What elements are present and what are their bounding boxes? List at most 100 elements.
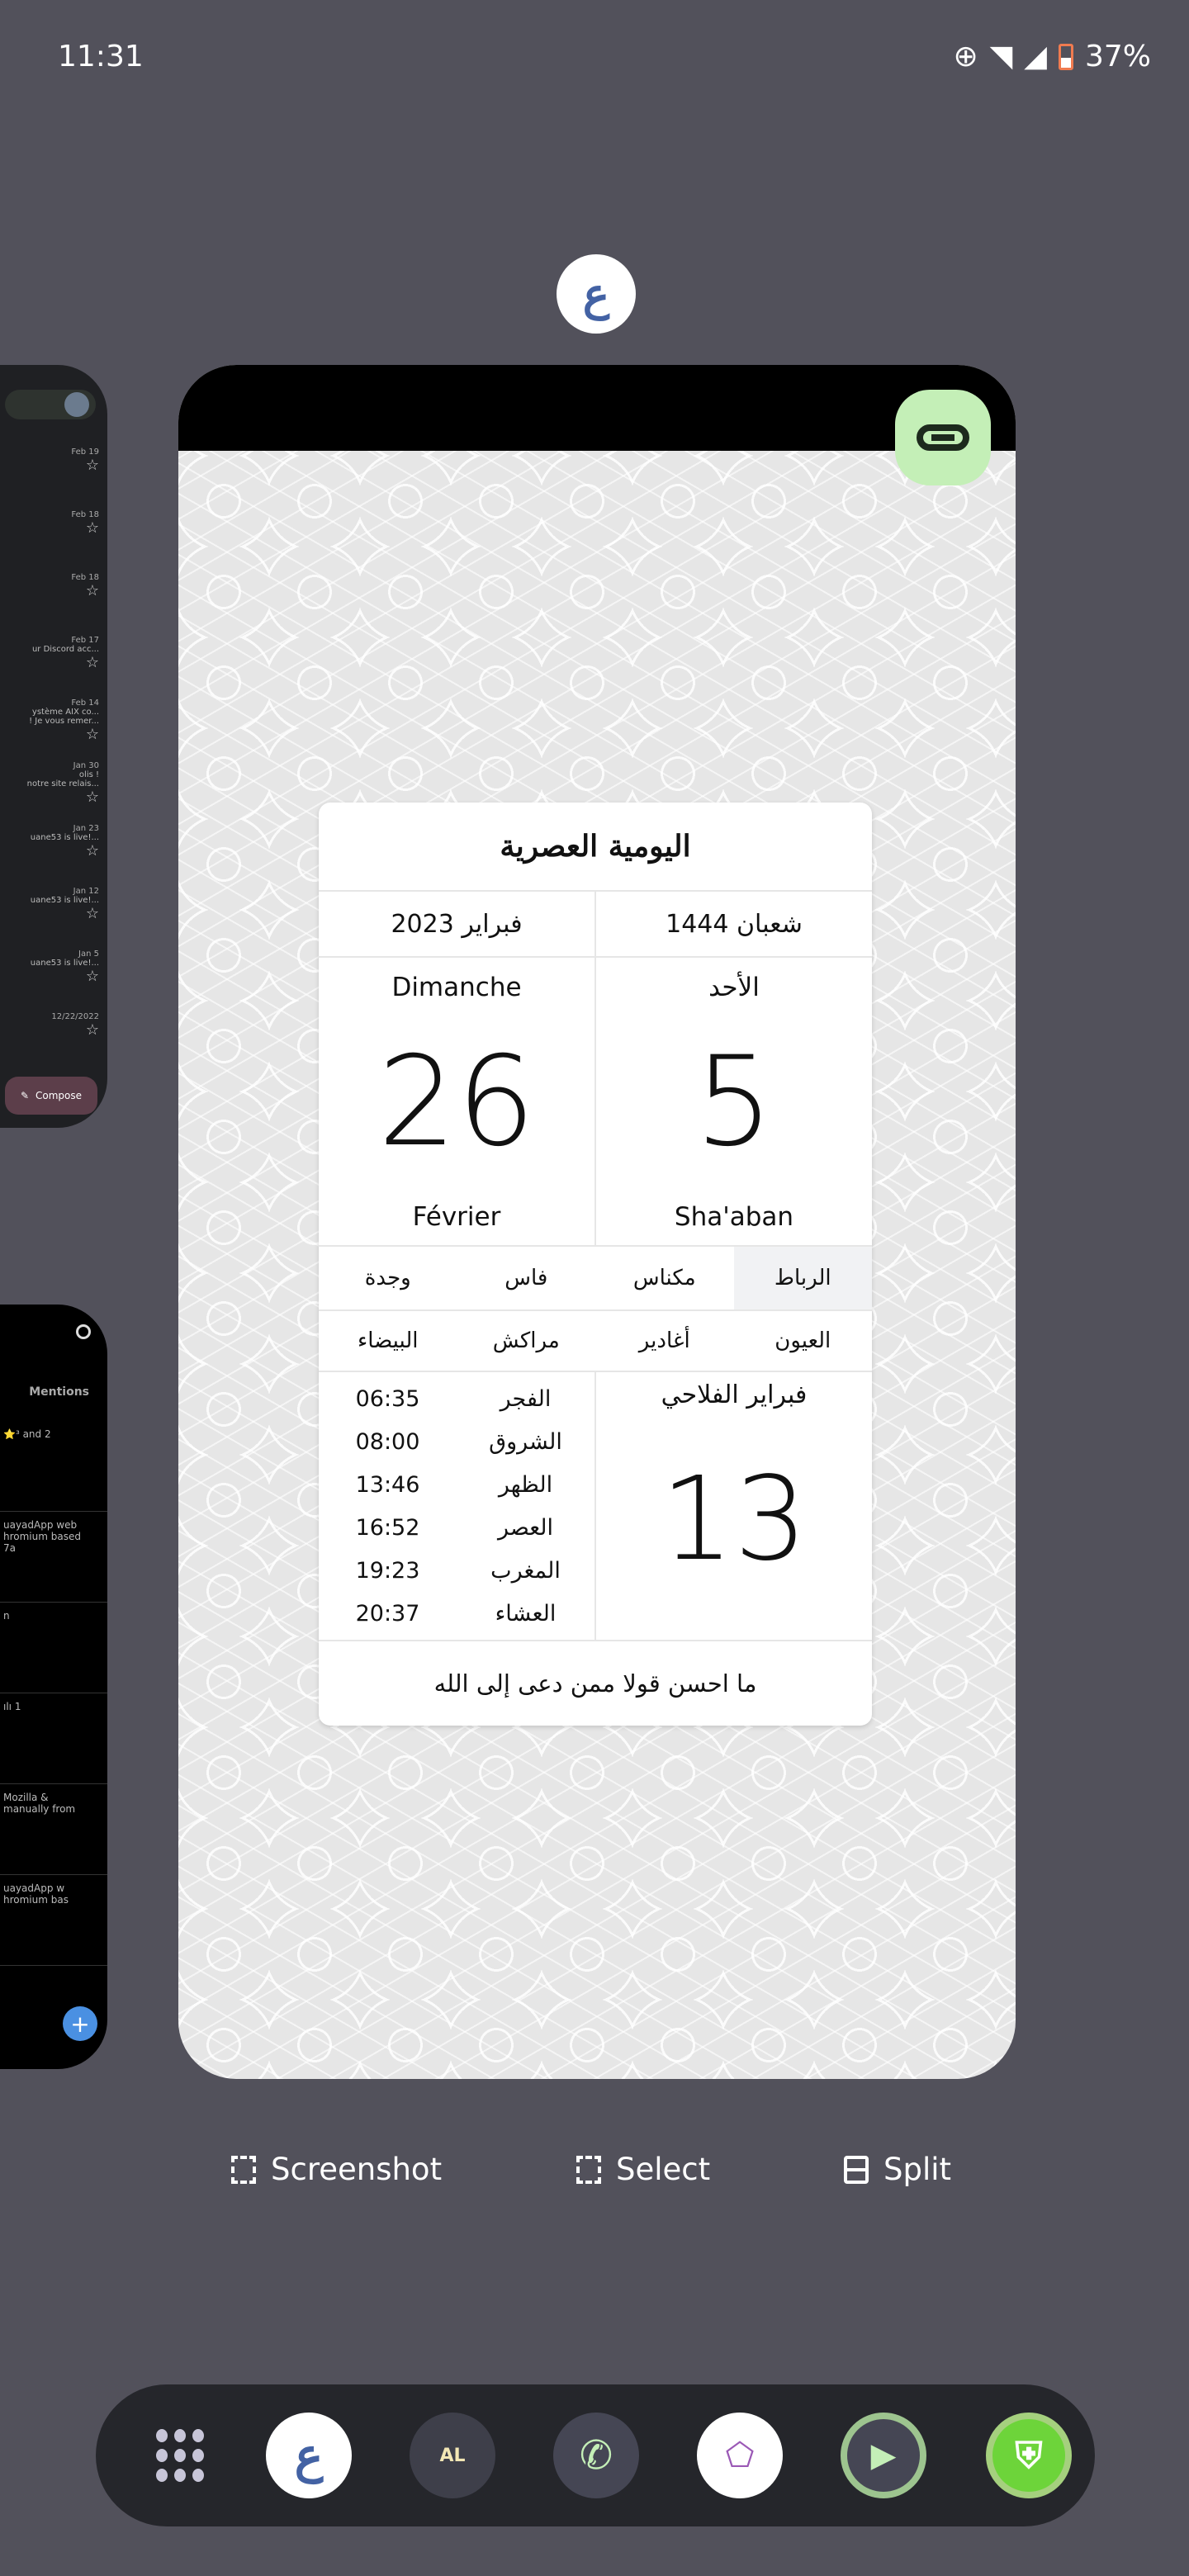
avatar[interactable] [64,392,89,417]
grid-icon [156,2429,204,2482]
fellahi-label: فبراير الفلاحي [661,1380,808,1409]
mail-date: Jan 12 [73,887,99,896]
post-snippet[interactable]: ılı 1 [3,1701,96,1712]
gregorian-month: فبراير 2023 [391,909,523,939]
fellahi-day: 13 [660,1452,808,1587]
divider [0,1783,107,1784]
city-tab[interactable]: أغادير [595,1311,734,1371]
prayer-times: 06:35 الفجر 08:00 الشروق 13:46 الظهر 16:52 العص… [319,1372,594,1640]
city-tab[interactable]: فاس [457,1247,596,1309]
5sim-app-icon[interactable]: ⬠ [697,2413,783,2498]
battery-percent: 37% [1084,40,1151,73]
widget-title: اليومية العصرية [319,803,872,892]
post-snippet[interactable]: n [3,1610,96,1622]
screenshot-icon [231,2155,256,2184]
status-icons: ⊕ ◥ ◢ 37% [953,40,1151,73]
screenshot-button[interactable]: Screenshot [231,2152,442,2187]
prayer-time: 08:00 [355,1428,420,1455]
mail-date: Feb 18 [71,510,99,519]
star-icon[interactable]: ☆ [7,842,99,859]
prayer-time: 19:23 [355,1557,420,1584]
recent-app-gmail[interactable]: Feb 19 ☆ Feb 18 ☆ Feb 18 ☆ Feb 17 ur Discord ac… [0,365,107,1128]
star-icon[interactable]: ☆ [7,519,99,537]
mail-date: Jan 30 [73,761,99,770]
mail-item[interactable]: Jan 23 uane53 is live!... ☆ [7,824,99,859]
mail-date: 12/22/2022 [51,1012,99,1021]
city-tab[interactable]: وجدة [319,1247,457,1309]
mail-snippet: uane53 is live!... [30,896,99,905]
city-tab[interactable]: مكناس [595,1247,734,1309]
mail-item[interactable]: Jan 5 uane53 is live!... ☆ [7,949,99,985]
city-tab[interactable]: العيون [734,1311,873,1371]
app-icon[interactable]: ع [557,254,636,334]
city-tab[interactable]: مراكش [457,1311,596,1371]
star-icon[interactable]: ☆ [7,1021,99,1039]
battery-guard-icon[interactable]: ⛨ [986,2413,1072,2498]
folder-icon[interactable]: AL [410,2413,495,2498]
compose-button[interactable]: ✎ Compose [5,1077,97,1115]
battery-charging-icon [1058,43,1073,70]
calendar-widget: اليومية العصرية فبراير 2023 شعبان 1444 D… [319,803,872,1726]
day-row: Dimanche 26 Février الأحد 5 Sha'aban [319,958,872,1247]
star-icon[interactable]: ☆ [7,654,99,671]
post-snippet[interactable]: Mozilla & manually from [3,1792,96,1815]
city-tab[interactable]: الرباط [733,1247,872,1309]
mail-date: Feb 14 [71,698,99,708]
prayer-time: 20:37 [355,1600,420,1627]
split-button[interactable]: Split [844,2152,951,2187]
prayer-time: 06:35 [355,1385,420,1412]
prayer-time: 16:52 [355,1514,420,1541]
mail-snippet: uane53 is live!... [30,833,99,842]
select-icon [576,2155,601,2184]
city-tab[interactable]: البيضاء [319,1311,457,1371]
prayer-row: 20:37 العشاء [319,1592,594,1635]
fellahi-date: فبراير الفلاحي 13 [594,1372,872,1640]
add-button[interactable]: + [63,2006,97,2041]
link-icon [917,424,969,451]
recent-app-card[interactable]: اليومية العصرية فبراير 2023 شعبان 1444 D… [178,365,1016,2079]
hijri-day: 5 [694,1030,774,1174]
phone-icon[interactable]: ✆ [553,2413,639,2498]
tab-mentions[interactable]: Mentions [29,1385,89,1399]
video-player-icon[interactable]: ▶ [841,2413,926,2498]
star-icon[interactable]: ☆ [7,788,99,806]
gear-icon[interactable] [76,1324,91,1339]
prayer-name: الفجر [500,1385,552,1412]
divider [0,1511,107,1512]
city-row-2: العيون أغادير مراكش البيضاء [319,1311,872,1372]
star-icon[interactable]: ☆ [7,726,99,743]
mail-item[interactable]: Feb 18 ☆ [7,573,99,599]
status-time: 11:31 [58,40,144,73]
recent-app-social[interactable]: Mentions ⭐³ and 2 uayadApp web hromium ba… [0,1305,107,2069]
prayer-row: 16:52 العصر [319,1506,594,1549]
mail-item[interactable]: Feb 18 ☆ [7,510,99,537]
star-icon[interactable]: ☆ [7,457,99,474]
gregorian-day: 26 [377,1030,536,1174]
link-button[interactable] [895,390,991,485]
mail-item[interactable]: Feb 19 ☆ [7,447,99,474]
select-button[interactable]: Select [576,2152,710,2187]
mail-item[interactable]: Jan 30 olis ! notre site relais... ☆ [7,761,99,806]
prayer-name: المغرب [490,1557,561,1584]
prayer-row: 13:46 الظهر [319,1463,594,1506]
mail-item[interactable]: Feb 14 ystème AIX co... ! Je vous remer..… [7,698,99,743]
star-icon[interactable]: ☆ [7,968,99,985]
star-icon[interactable]: ☆ [7,905,99,922]
mail-item[interactable]: Feb 17 ur Discord acc... ☆ [7,636,99,671]
mail-snippet: uane53 is live!... [30,959,99,968]
divider [0,1602,107,1603]
calendar-app-icon[interactable]: ع [266,2413,352,2498]
gregorian-month-name: Février [412,1202,501,1232]
post-snippet[interactable]: uayadApp web hromium based 7a [3,1519,96,1554]
prayer-name: العصر [497,1514,554,1541]
post-snippet[interactable]: ⭐³ and 2 [3,1428,96,1440]
mail-item[interactable]: 12/22/2022 ☆ [7,1012,99,1039]
hijri-month: شعبان 1444 [594,892,872,956]
pencil-icon: ✎ [20,1090,30,1101]
dock: ع AL ✆ ⬠ ▶ ⛨ [96,2384,1095,2526]
app-drawer-button[interactable] [137,2413,223,2498]
wifi-icon: ◥ [989,40,1013,73]
mail-item[interactable]: Jan 12 uane53 is live!... ☆ [7,887,99,922]
post-snippet[interactable]: uayadApp w hromium bas [3,1882,96,1906]
star-icon[interactable]: ☆ [7,582,99,599]
